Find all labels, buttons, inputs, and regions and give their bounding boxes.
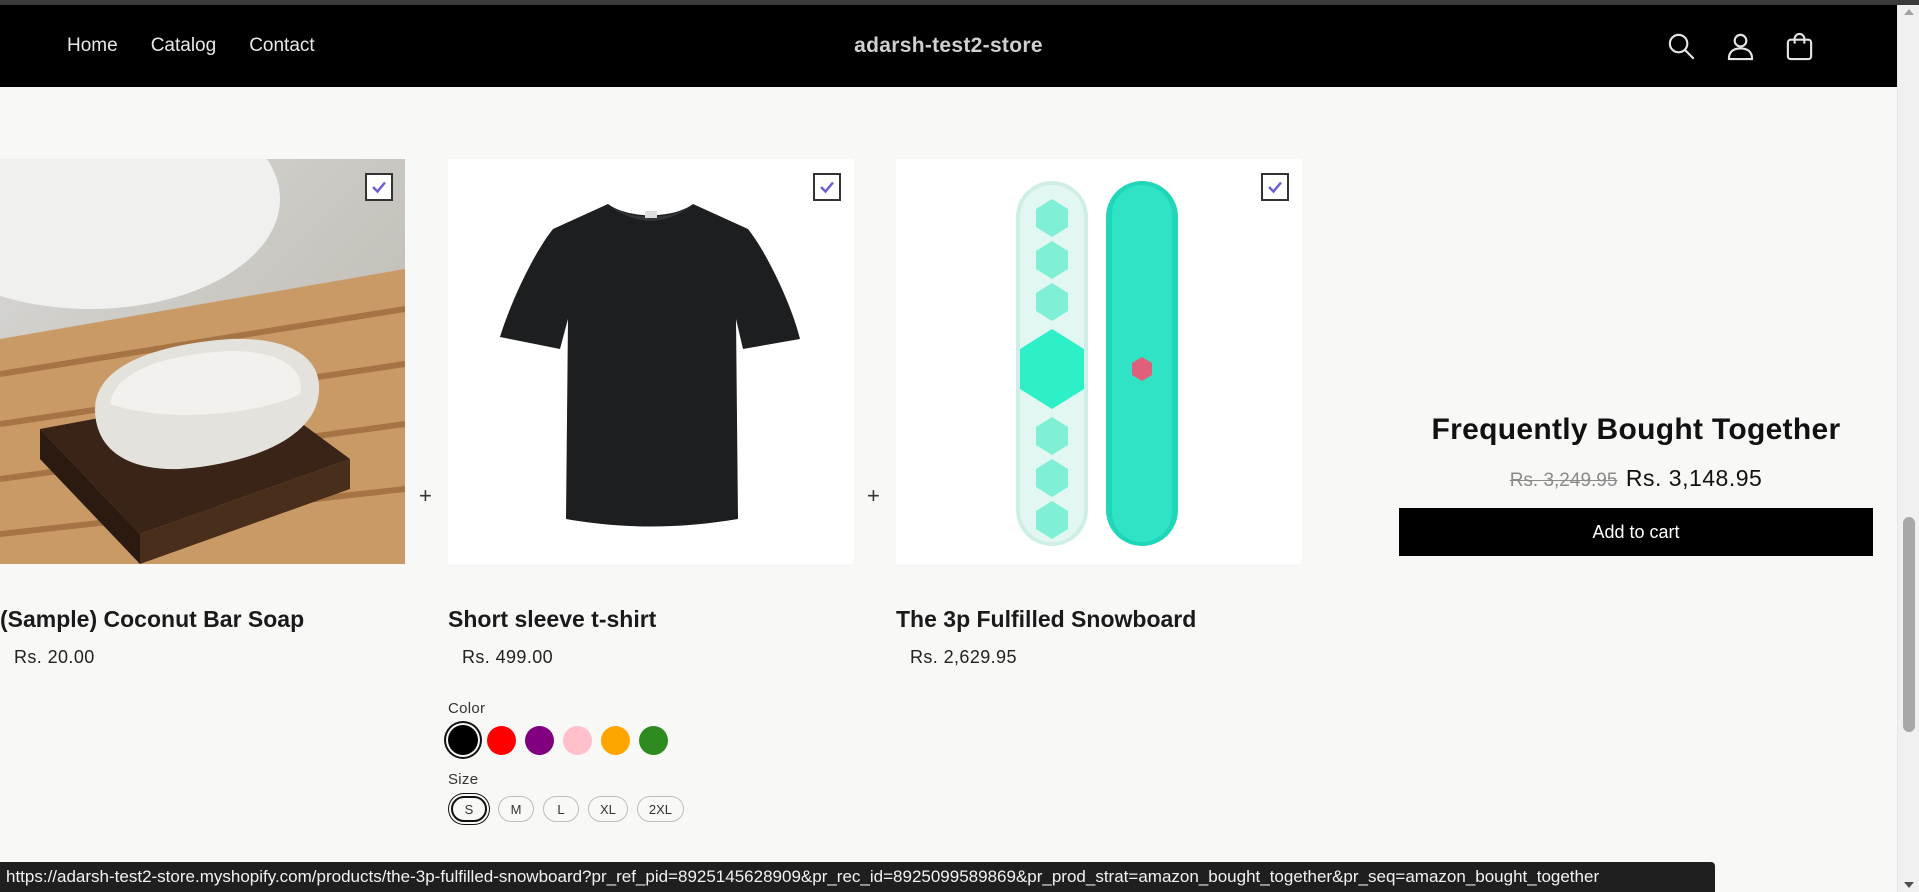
color-option-group: Color [448,700,853,755]
account-icon[interactable] [1725,31,1756,62]
color-swatch-purple[interactable] [525,725,554,755]
bundle-prices: Rs. 3,249.95 Rs. 3,148.95 [1399,465,1873,492]
search-icon[interactable] [1666,31,1697,62]
page-scrollbar[interactable] [1897,5,1919,892]
product-checkbox-soap[interactable] [365,173,393,201]
product-image-soap[interactable] [0,159,405,564]
store-name-logo[interactable]: adarsh-test2-store [0,5,1897,87]
size-option-l[interactable]: L [543,796,579,822]
product-price-tshirt: Rs. 499.00 [462,647,554,667]
color-swatch-pink[interactable] [563,725,592,755]
size-option-m[interactable]: M [498,796,534,822]
size-options: S M L XL 2XL [448,796,853,822]
product-price-snowboard: Rs. 2,629.95 [910,647,1017,667]
plus-separator: + [419,483,432,508]
size-option-s[interactable]: S [451,796,487,822]
add-to-cart-button[interactable]: Add to cart [1399,508,1873,556]
size-option-group: Size S M L XL 2XL [448,771,853,822]
scroll-down-arrow-icon[interactable] [1904,882,1914,888]
product-image-snowboard[interactable] [896,159,1301,564]
product-card-snowboard: The 3p Fulfilled Snowboard Rs. 2,629.95 [896,159,1301,668]
size-option-label: Size [448,771,479,788]
bundle-heading: Frequently Bought Together [1431,413,1841,446]
product-price-soap: Rs. 20.00 [14,647,95,667]
product-checkbox-tshirt[interactable] [813,173,841,201]
color-swatch-black[interactable] [448,725,478,755]
product-checkbox-snowboard[interactable] [1261,173,1289,201]
bundle-summary: Frequently Bought Together Rs. 3,249.95 … [1399,413,1873,556]
bundle-discounted-price: Rs. 3,148.95 [1625,465,1763,491]
product-card-tshirt: Short sleeve t-shirt Rs. 499.00 Color Si… [448,159,853,822]
browser-status-url: https://adarsh-test2-store.myshopify.com… [0,862,1715,892]
color-swatch-red[interactable] [487,725,516,755]
color-swatch-orange[interactable] [601,725,630,755]
size-option-2xl[interactable]: 2XL [636,796,685,822]
color-swatches [448,725,853,755]
bundle-original-price: Rs. 3,249.95 [1509,470,1618,491]
header-icons [1666,5,1815,87]
product-title-soap[interactable]: (Sample) Coconut Bar Soap [0,606,405,633]
scroll-up-arrow-icon[interactable] [1904,9,1914,15]
color-option-label: Color [448,700,486,717]
product-image-tshirt[interactable] [448,159,853,564]
color-swatch-green[interactable] [639,725,668,755]
product-card-soap: (Sample) Coconut Bar Soap Rs. 20.00 [0,159,405,668]
product-title-tshirt[interactable]: Short sleeve t-shirt [448,606,853,633]
size-option-xl[interactable]: XL [588,796,628,822]
cart-icon[interactable] [1784,31,1815,62]
product-title-snowboard[interactable]: The 3p Fulfilled Snowboard [896,606,1301,633]
scrollbar-thumb[interactable] [1903,517,1915,732]
plus-separator: + [867,483,880,508]
site-header: Home Catalog Contact adarsh-test2-store [0,5,1897,87]
